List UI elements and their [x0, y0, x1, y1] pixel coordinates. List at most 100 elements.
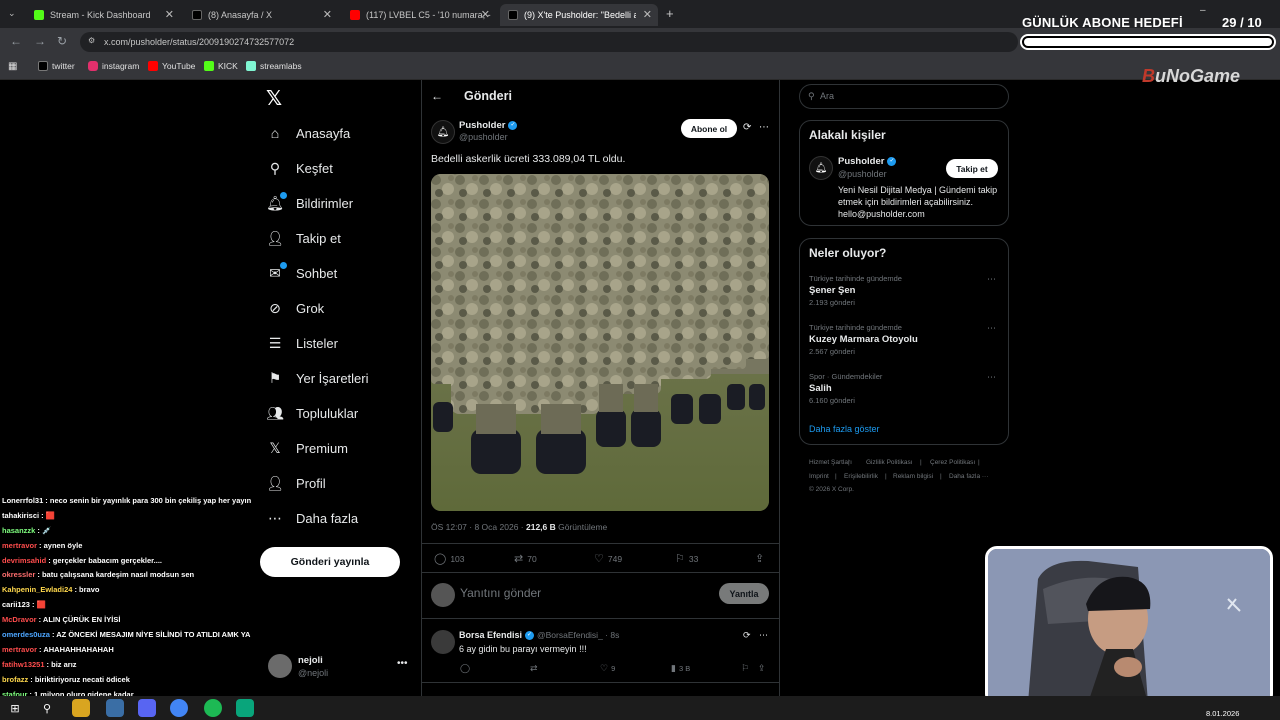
site-info-icon[interactable]: ⚙: [88, 36, 95, 45]
tab-youtube[interactable]: (117) LVBEL C5 - '10 numara, - ✕: [342, 4, 496, 26]
author-handle[interactable]: @pusholder: [459, 132, 508, 142]
chat-username[interactable]: fatihw13251: [2, 660, 45, 669]
reply-reply-action[interactable]: ◯: [460, 663, 473, 674]
chrome-icon[interactable]: [170, 699, 188, 717]
tab-kick-dashboard[interactable]: Stream - Kick Dashboard ✕: [26, 4, 180, 26]
more-icon[interactable]: ⋯: [759, 122, 769, 133]
footer-link[interactable]: Imprint: [809, 473, 829, 480]
subscribe-button[interactable]: Abone ol: [681, 119, 737, 138]
share-action[interactable]: ⇪: [755, 552, 768, 565]
reply-repost-action[interactable]: ⇄: [530, 663, 541, 674]
reply-button[interactable]: Yanıtla: [719, 583, 769, 604]
post-image[interactable]: [431, 174, 769, 511]
search-icon[interactable]: ⚲: [38, 699, 56, 717]
chat-username[interactable]: mertravor: [2, 541, 37, 550]
chat-username[interactable]: Kahpenin_Ewladi24: [2, 585, 72, 594]
reply-author-name[interactable]: Borsa Efendisi ✓: [459, 630, 535, 641]
reply-author-handle[interactable]: @BorsaEfendisi_ · 8s: [537, 630, 619, 640]
reply-views-action[interactable]: ▮ 3 B: [671, 663, 690, 674]
follow-button[interactable]: Takip et: [946, 159, 998, 178]
tab-x-home[interactable]: (8) Anasayfa / X ✕: [184, 4, 338, 26]
chat-username[interactable]: tahakirisci: [2, 511, 39, 520]
footer-link[interactable]: © 2026 X Corp.: [809, 486, 854, 493]
sidebar-item-bell[interactable]: 🔔︎ Bildirimler: [266, 190, 353, 216]
trend-more-icon[interactable]: ⋯: [987, 323, 996, 334]
reply-input[interactable]: Yanıtını gönder: [460, 586, 541, 600]
app-icon[interactable]: [106, 699, 124, 717]
repost-action[interactable]: ⇄ 70: [514, 552, 537, 565]
chat-username[interactable]: brofazz: [2, 675, 28, 684]
tab-pusholder-post[interactable]: (9) X'te Pusholder: "Bedelli asker ✕: [500, 4, 658, 26]
chat-username[interactable]: omerdes0uza: [2, 630, 50, 639]
sidebar-item-grok[interactable]: ⊘ Grok: [266, 295, 324, 321]
trend-more-icon[interactable]: ⋯: [987, 372, 996, 383]
minimize-button[interactable]: –: [1200, 5, 1206, 16]
close-icon[interactable]: ✕: [323, 8, 332, 21]
new-tab-button[interactable]: +: [666, 6, 674, 21]
tab-search-icon[interactable]: ⌄: [8, 8, 16, 19]
sidebar-item-list[interactable]: ☰ Listeler: [266, 330, 338, 356]
bookmark-instagram[interactable]: instagram: [88, 61, 139, 71]
footer-link[interactable]: Gizlilik Politikası: [866, 459, 913, 466]
windows-start-icon[interactable]: ⊞: [6, 699, 24, 717]
trend-name[interactable]: Salih: [809, 383, 832, 394]
sidebar-item-profile[interactable]: 👤︎ Profil: [266, 470, 326, 496]
bookmark-kick[interactable]: KICK: [204, 61, 238, 71]
apps-grid-icon[interactable]: ▦: [8, 61, 17, 72]
forward-arrow-icon[interactable]: →: [34, 34, 46, 48]
chat-username[interactable]: mertravor: [2, 645, 37, 654]
chat-username[interactable]: carii123: [2, 600, 30, 609]
related-handle[interactable]: @pusholder: [838, 169, 887, 179]
chat-username[interactable]: Lonerrfol31: [2, 496, 43, 505]
trend-name[interactable]: Kuzey Marmara Otoyolu: [809, 334, 918, 345]
related-avatar[interactable]: 🔔︎: [809, 156, 833, 180]
sidebar-item-follow[interactable]: 👤︎ Takip et: [266, 225, 341, 251]
account-more-icon[interactable]: •••: [397, 658, 408, 669]
back-arrow-icon[interactable]: ←: [431, 89, 443, 103]
like-action[interactable]: ♡ 749: [594, 552, 622, 565]
sidebar-item-bookmark[interactable]: ⚑ Yer İşaretleri: [266, 365, 369, 391]
footer-link[interactable]: Hizmet Şartları: [809, 459, 852, 466]
bookmark-twitter[interactable]: twitter: [38, 61, 75, 71]
close-icon[interactable]: ✕: [643, 8, 652, 21]
grok-icon[interactable]: ⟳: [743, 122, 751, 133]
sidebar-item-x-premium[interactable]: 𝕏 Premium: [266, 435, 348, 461]
reply-action[interactable]: ◯ 103: [434, 552, 465, 565]
grok-icon[interactable]: ⟳: [743, 630, 751, 641]
footer-link[interactable]: Daha fazla ···: [949, 473, 988, 480]
chat-username[interactable]: McDravor: [2, 615, 37, 624]
streamlabs-icon[interactable]: [236, 699, 254, 717]
trend-more-icon[interactable]: ⋯: [987, 274, 996, 285]
close-icon[interactable]: ✕: [481, 8, 490, 21]
related-name[interactable]: Pusholder ✓: [838, 156, 897, 167]
reload-icon[interactable]: ↻: [57, 34, 67, 48]
sidebar-item-home[interactable]: ⌂ Anasayfa: [266, 120, 350, 146]
sidebar-item-communities[interactable]: 👥︎ Topluluklar: [266, 400, 358, 426]
url-field[interactable]: ⚙ x.com/pusholder/status/200919027473257…: [80, 32, 1018, 52]
reply-share-action[interactable]: ⇪: [758, 663, 769, 674]
reply-bookmark-action[interactable]: ⚐: [741, 663, 752, 674]
reply-like-action[interactable]: ♡ 9: [600, 663, 615, 674]
sidebar-item-mail[interactable]: ✉ Sohbet: [266, 260, 337, 286]
chat-username[interactable]: devrimsahid: [2, 556, 46, 565]
footer-link[interactable]: Çerez Politikası: [930, 459, 975, 466]
trend-name[interactable]: Şener Şen: [809, 285, 855, 296]
show-more-link[interactable]: Daha fazla göster: [809, 424, 880, 434]
footer-link[interactable]: Erişilebilirlik: [844, 473, 878, 480]
x-logo-icon[interactable]: 𝕏: [266, 86, 282, 111]
spotify-icon[interactable]: [204, 699, 222, 717]
chat-username[interactable]: okressler: [2, 570, 35, 579]
reply-author-avatar[interactable]: [431, 630, 455, 654]
back-arrow-icon[interactable]: ←: [10, 34, 22, 48]
author-name[interactable]: Pusholder ✓: [459, 120, 518, 131]
bookmark-youtube[interactable]: YouTube: [148, 61, 195, 71]
footer-link[interactable]: Reklam bilgisi: [893, 473, 933, 480]
more-icon[interactable]: ⋯: [759, 630, 768, 641]
bookmark-streamlabs[interactable]: streamlabs: [246, 61, 302, 71]
sidebar-item-search[interactable]: ⚲ Keşfet: [266, 155, 333, 181]
search-input[interactable]: ⚲ Ara: [799, 84, 1009, 109]
chat-username[interactable]: hasanzzk: [2, 526, 35, 535]
author-avatar[interactable]: 🔔︎: [431, 120, 455, 144]
discord-icon[interactable]: [138, 699, 156, 717]
close-icon[interactable]: ✕: [165, 8, 174, 21]
